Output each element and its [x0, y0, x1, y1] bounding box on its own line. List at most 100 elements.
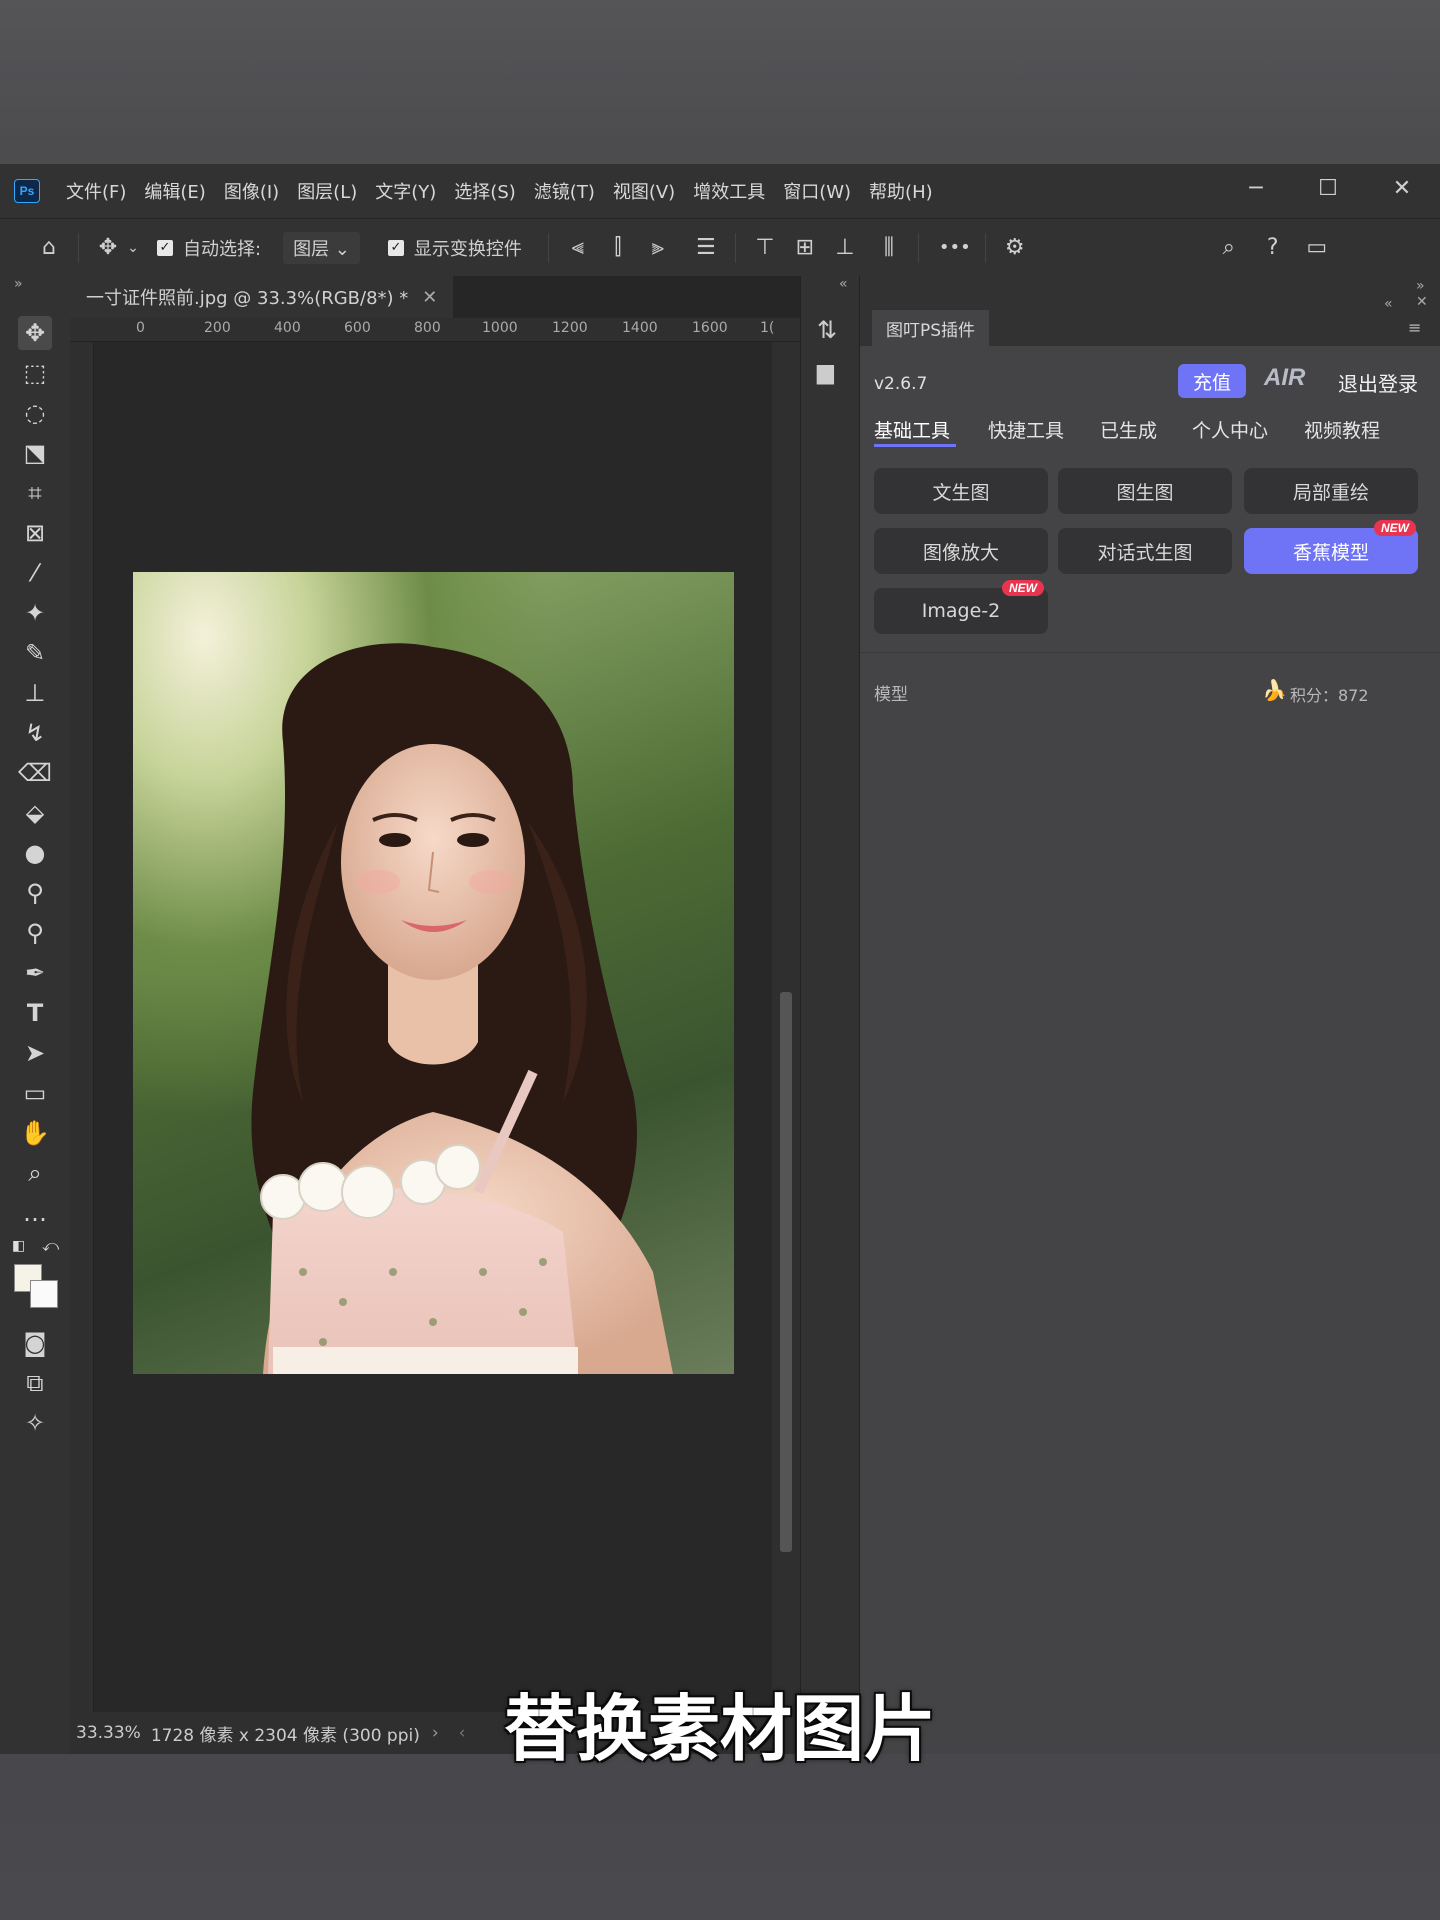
- document-tab[interactable]: 一寸证件照前.jpg @ 33.3%(RGB/8*) * ✕: [70, 276, 454, 318]
- menu-filter[interactable]: 滤镜(T): [534, 178, 595, 204]
- chevron-down-icon[interactable]: ⌄: [123, 240, 143, 256]
- move-tool-icon[interactable]: ✥: [18, 316, 52, 350]
- align-top-icon[interactable]: ⊤: [750, 235, 780, 260]
- document-tab-title: 一寸证件照前.jpg @ 33.3%(RGB/8*) *: [86, 288, 409, 309]
- scroll-thumb[interactable]: [780, 992, 792, 1552]
- stamp-tool-icon[interactable]: ⊥: [18, 676, 52, 710]
- maximize-icon[interactable]: ☐: [1308, 174, 1348, 204]
- auto-select-label: 自动选择:: [183, 238, 262, 260]
- move-tool-icon[interactable]: ✥: [93, 235, 123, 260]
- chat-image-button[interactable]: 对话式生图: [1058, 528, 1232, 574]
- paint-bucket-icon[interactable]: ⬙: [18, 796, 52, 830]
- plugin-tab[interactable]: 图叮PS插件: [872, 310, 990, 346]
- more-options-icon[interactable]: •••: [939, 237, 971, 258]
- plugin-panel: » « ✕ 图叮PS插件 ≡ v2.6.7 充值 AIR 退出登录 基础工具 快…: [860, 276, 1440, 1754]
- document-tabs: 一寸证件照前.jpg @ 33.3%(RGB/8*) * ✕: [70, 276, 800, 318]
- vertical-scrollbar[interactable]: [772, 342, 800, 1712]
- expand-icon[interactable]: »: [14, 276, 23, 292]
- swap-colors-icon[interactable]: ⤺: [42, 1236, 59, 1256]
- auto-select-checkbox[interactable]: ✓: [157, 239, 173, 256]
- new-badge: NEW: [1002, 580, 1044, 596]
- crop-tool-icon[interactable]: ⌗: [18, 476, 52, 510]
- marquee-tool-icon[interactable]: ⬚: [18, 356, 52, 390]
- blur-tool-icon[interactable]: ●: [18, 836, 52, 870]
- menu-plugins[interactable]: 增效工具: [693, 178, 765, 204]
- nav-quick-tools[interactable]: 快捷工具: [988, 416, 1064, 443]
- distribute-icon[interactable]: ☰: [691, 235, 721, 260]
- home-icon[interactable]: ⌂: [34, 235, 64, 260]
- menu-layer[interactable]: 图层(L): [297, 178, 357, 204]
- inpaint-button[interactable]: 局部重绘: [1244, 468, 1418, 514]
- menu-bar: Ps 文件(F) 编辑(E) 图像(I) 图层(L) 文字(Y) 选择(S) 滤…: [0, 164, 1440, 218]
- screen-mode-icon[interactable]: ⧉: [18, 1366, 52, 1400]
- collapse-icon[interactable]: «: [839, 276, 848, 292]
- menu-view[interactable]: 视图(V): [613, 178, 675, 204]
- ruler-horizontal: 0 200 400 600 800 1000 1200 1400 1600 1(: [70, 318, 800, 342]
- workspace-icon[interactable]: ▭: [1302, 235, 1332, 260]
- menu-edit[interactable]: 编辑(E): [144, 178, 205, 204]
- points-display: 积分：872: [1290, 686, 1369, 705]
- menu-help[interactable]: 帮助(H): [869, 178, 933, 204]
- align-bottom-icon[interactable]: ⊥: [830, 235, 860, 260]
- align-middle-icon[interactable]: ⊞: [790, 235, 820, 260]
- image-to-image-button[interactable]: 图生图: [1058, 468, 1232, 514]
- show-transform-checkbox[interactable]: ✓: [387, 239, 404, 256]
- history-panel-icon[interactable]: ⇅: [817, 316, 837, 344]
- menu-type[interactable]: 文字(Y): [375, 178, 436, 204]
- comments-panel-icon[interactable]: ▆: [817, 360, 834, 385]
- eraser-tool-icon[interactable]: ⌫: [18, 756, 52, 790]
- object-select-icon[interactable]: ⬔: [18, 436, 52, 470]
- align-left-icon[interactable]: ⫷: [563, 235, 593, 260]
- history-brush-icon[interactable]: ↯: [18, 716, 52, 750]
- generative-icon[interactable]: ✧: [18, 1406, 52, 1440]
- nav-basic-tools[interactable]: 基础工具: [874, 416, 950, 443]
- close-panel-icon[interactable]: ✕: [1416, 294, 1428, 310]
- rectangle-tool-icon[interactable]: ▭: [18, 1076, 52, 1110]
- text-to-image-button[interactable]: 文生图: [874, 468, 1048, 514]
- nav-video-tutorials[interactable]: 视频教程: [1304, 416, 1380, 443]
- collapse-icon[interactable]: «: [1384, 296, 1393, 312]
- quick-mask-icon[interactable]: ◙: [18, 1326, 52, 1360]
- pen-tool-icon[interactable]: ✒: [18, 956, 52, 990]
- banana-icon: 🍌: [1262, 678, 1287, 702]
- zoom-tool-icon[interactable]: ⌕: [18, 1156, 52, 1190]
- recharge-button[interactable]: 充值: [1178, 364, 1246, 398]
- logout-link[interactable]: 退出登录: [1338, 368, 1418, 397]
- upscale-button[interactable]: 图像放大: [874, 528, 1048, 574]
- close-tab-icon[interactable]: ✕: [422, 287, 437, 308]
- close-icon[interactable]: ✕: [1382, 174, 1422, 204]
- menu-image[interactable]: 图像(I): [224, 178, 279, 204]
- menu-select[interactable]: 选择(S): [454, 178, 515, 204]
- panel-menu-icon[interactable]: ≡: [1408, 318, 1421, 337]
- menu-window[interactable]: 窗口(W): [783, 178, 851, 204]
- distribute-vertical-icon[interactable]: ⫼: [874, 235, 904, 260]
- type-tool-icon[interactable]: T: [18, 996, 52, 1030]
- smudge-tool-icon[interactable]: ⚲: [18, 916, 52, 950]
- layer-select-dropdown[interactable]: 图层 ⌄: [283, 231, 360, 264]
- menu-file[interactable]: 文件(F): [66, 178, 126, 204]
- nav-active-indicator: [874, 444, 956, 447]
- nav-generated[interactable]: 已生成: [1100, 416, 1157, 443]
- search-icon[interactable]: ⌕: [1214, 235, 1244, 260]
- help-icon[interactable]: ?: [1258, 235, 1288, 260]
- dodge-tool-icon[interactable]: ⚲: [18, 876, 52, 910]
- nav-user-center[interactable]: 个人中心: [1192, 416, 1268, 443]
- path-select-icon[interactable]: ➤: [18, 1036, 52, 1070]
- ruler-tick: 400: [274, 320, 301, 336]
- hand-tool-icon[interactable]: ✋: [18, 1116, 52, 1150]
- align-center-icon[interactable]: ⫿: [603, 235, 633, 260]
- more-tools-icon[interactable]: …: [18, 1196, 52, 1230]
- video-subtitle: 替换素材图片: [503, 1687, 936, 1771]
- brush-tool-icon[interactable]: ✎: [18, 636, 52, 670]
- align-right-icon[interactable]: ⫸: [643, 235, 673, 260]
- expand-icon[interactable]: »: [1416, 278, 1425, 294]
- default-colors-icon[interactable]: ◧: [12, 1238, 28, 1254]
- minimize-icon[interactable]: ─: [1236, 174, 1276, 204]
- gear-icon[interactable]: ⚙: [1000, 235, 1030, 260]
- ruler-tick: 600: [344, 320, 371, 336]
- healing-brush-icon[interactable]: ✦: [18, 596, 52, 630]
- lasso-tool-icon[interactable]: ◌: [18, 396, 52, 430]
- background-color-swatch[interactable]: [30, 1280, 58, 1308]
- frame-tool-icon[interactable]: ⊠: [18, 516, 52, 550]
- eyedropper-icon[interactable]: ⁄: [18, 556, 52, 590]
